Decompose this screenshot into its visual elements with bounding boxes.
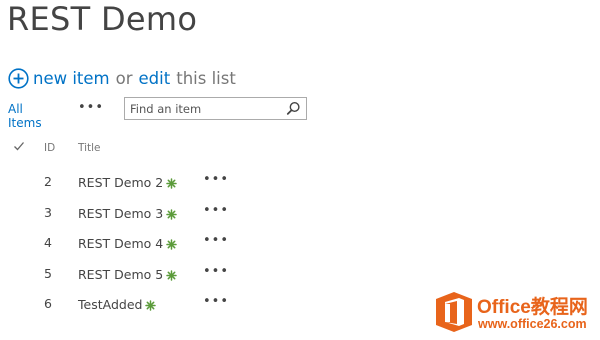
row-title-link[interactable]: REST Demo 4 (78, 236, 177, 251)
row-id: 3 (44, 204, 52, 220)
new-item-badge-icon (166, 177, 177, 189)
office-logo-icon (435, 291, 473, 333)
list-header: ID Title (0, 140, 600, 158)
row-title: REST Demo 5 (78, 266, 164, 282)
list-row[interactable]: 5 REST Demo 5 ••• (0, 262, 600, 288)
search-box (124, 97, 307, 120)
new-item-link[interactable]: new item (33, 69, 110, 88)
row-id: 6 (44, 296, 52, 311)
page-title: REST Demo (7, 0, 198, 38)
row-id: 4 (44, 235, 52, 250)
edit-list-link[interactable]: edit (139, 69, 171, 88)
list-row[interactable]: 4 REST Demo 4 ••• (0, 231, 600, 257)
this-list-text: this list (176, 68, 236, 88)
or-text: or (115, 68, 133, 88)
row-title: TestAdded (78, 297, 143, 312)
watermark-name: Office教程网 (477, 297, 588, 318)
list-row[interactable]: 3 REST Demo 3 ••• (0, 201, 600, 227)
watermark-url: www.office26.com (478, 317, 587, 331)
watermark: Office教程网 www.office26.com (435, 290, 600, 340)
row-title: REST Demo 2 (78, 175, 164, 190)
row-menu-button[interactable]: ••• (203, 264, 229, 279)
row-title-link[interactable]: REST Demo 3 (78, 206, 177, 221)
row-menu-button[interactable]: ••• (203, 233, 229, 248)
column-header-title[interactable]: Title (78, 142, 101, 154)
view-more-button[interactable]: ••• (78, 100, 104, 115)
list-row[interactable]: 2 REST Demo 2 ••• (0, 170, 600, 196)
row-title: REST Demo 3 (78, 205, 164, 221)
add-circle-icon[interactable] (8, 67, 29, 89)
search-input[interactable] (130, 100, 280, 117)
row-menu-button[interactable]: ••• (203, 172, 229, 187)
row-menu-button[interactable]: ••• (203, 294, 229, 309)
new-item-badge-icon (166, 238, 177, 250)
new-item-badge-icon (166, 269, 177, 281)
new-item-badge-icon (145, 299, 157, 311)
new-item-toolbar: new item or edit this list (8, 66, 236, 90)
view-all-items[interactable]: All Items (8, 102, 42, 130)
search-icon[interactable] (286, 101, 301, 116)
select-all-check-icon[interactable] (13, 140, 25, 152)
row-title: REST Demo 4 (78, 236, 164, 251)
column-header-id[interactable]: ID (44, 142, 55, 154)
row-title-link[interactable]: REST Demo 5 (78, 267, 177, 282)
row-title-link[interactable]: REST Demo 2 (78, 175, 177, 190)
row-title-link[interactable]: TestAdded (78, 297, 157, 312)
row-id: 5 (44, 265, 52, 281)
row-id: 2 (44, 174, 52, 189)
new-item-badge-icon (166, 208, 177, 220)
row-menu-button[interactable]: ••• (203, 203, 229, 218)
